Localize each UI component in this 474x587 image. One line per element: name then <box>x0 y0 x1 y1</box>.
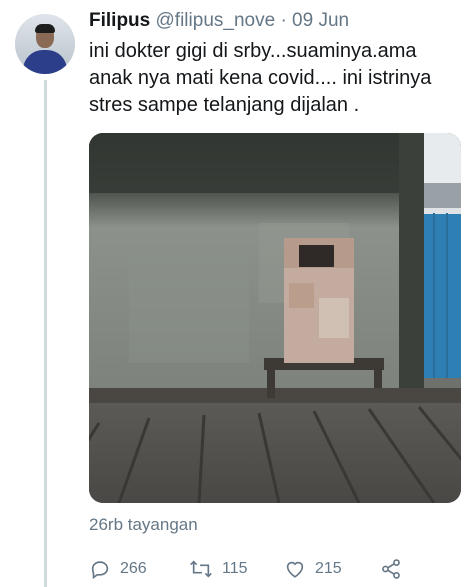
share-button[interactable] <box>379 555 412 583</box>
heart-icon <box>286 561 304 578</box>
thread-line <box>44 80 47 587</box>
tweet-video[interactable] <box>89 133 461 503</box>
reply-icon <box>91 561 109 580</box>
tweet-text-line: anak nya mati kena covid.... ini istriny… <box>89 67 432 89</box>
user-handle[interactable]: @filipus_nove <box>156 10 276 31</box>
action-bar: 266 115 215 <box>89 555 419 583</box>
retweet-count: 115 <box>222 560 248 577</box>
share-icon <box>382 559 400 579</box>
like-count: 215 <box>315 560 342 577</box>
tweet-date[interactable]: 09 Jun <box>292 10 349 31</box>
tweet-text-line: stres sampe telanjang dijalan . <box>89 94 360 116</box>
retweet-icon <box>190 560 212 578</box>
tweet-text-line: ini dokter gigi di srby...suaminya.ama <box>89 40 417 62</box>
avatar[interactable] <box>15 14 75 74</box>
retweet-button[interactable]: 115 <box>189 555 248 583</box>
tweet-text: ini dokter gigi di srby...suaminya.ama a… <box>89 38 467 119</box>
display-name[interactable]: Filipus <box>89 10 150 31</box>
separator-dot: · <box>280 10 287 31</box>
tweet-header: Filipus @filipus_nove · 09 Jun <box>89 10 349 32</box>
like-button[interactable]: 215 <box>284 555 342 583</box>
reply-button[interactable]: 266 <box>89 555 147 583</box>
view-count: 26rb tayangan <box>89 515 198 534</box>
reply-count: 266 <box>120 560 147 577</box>
